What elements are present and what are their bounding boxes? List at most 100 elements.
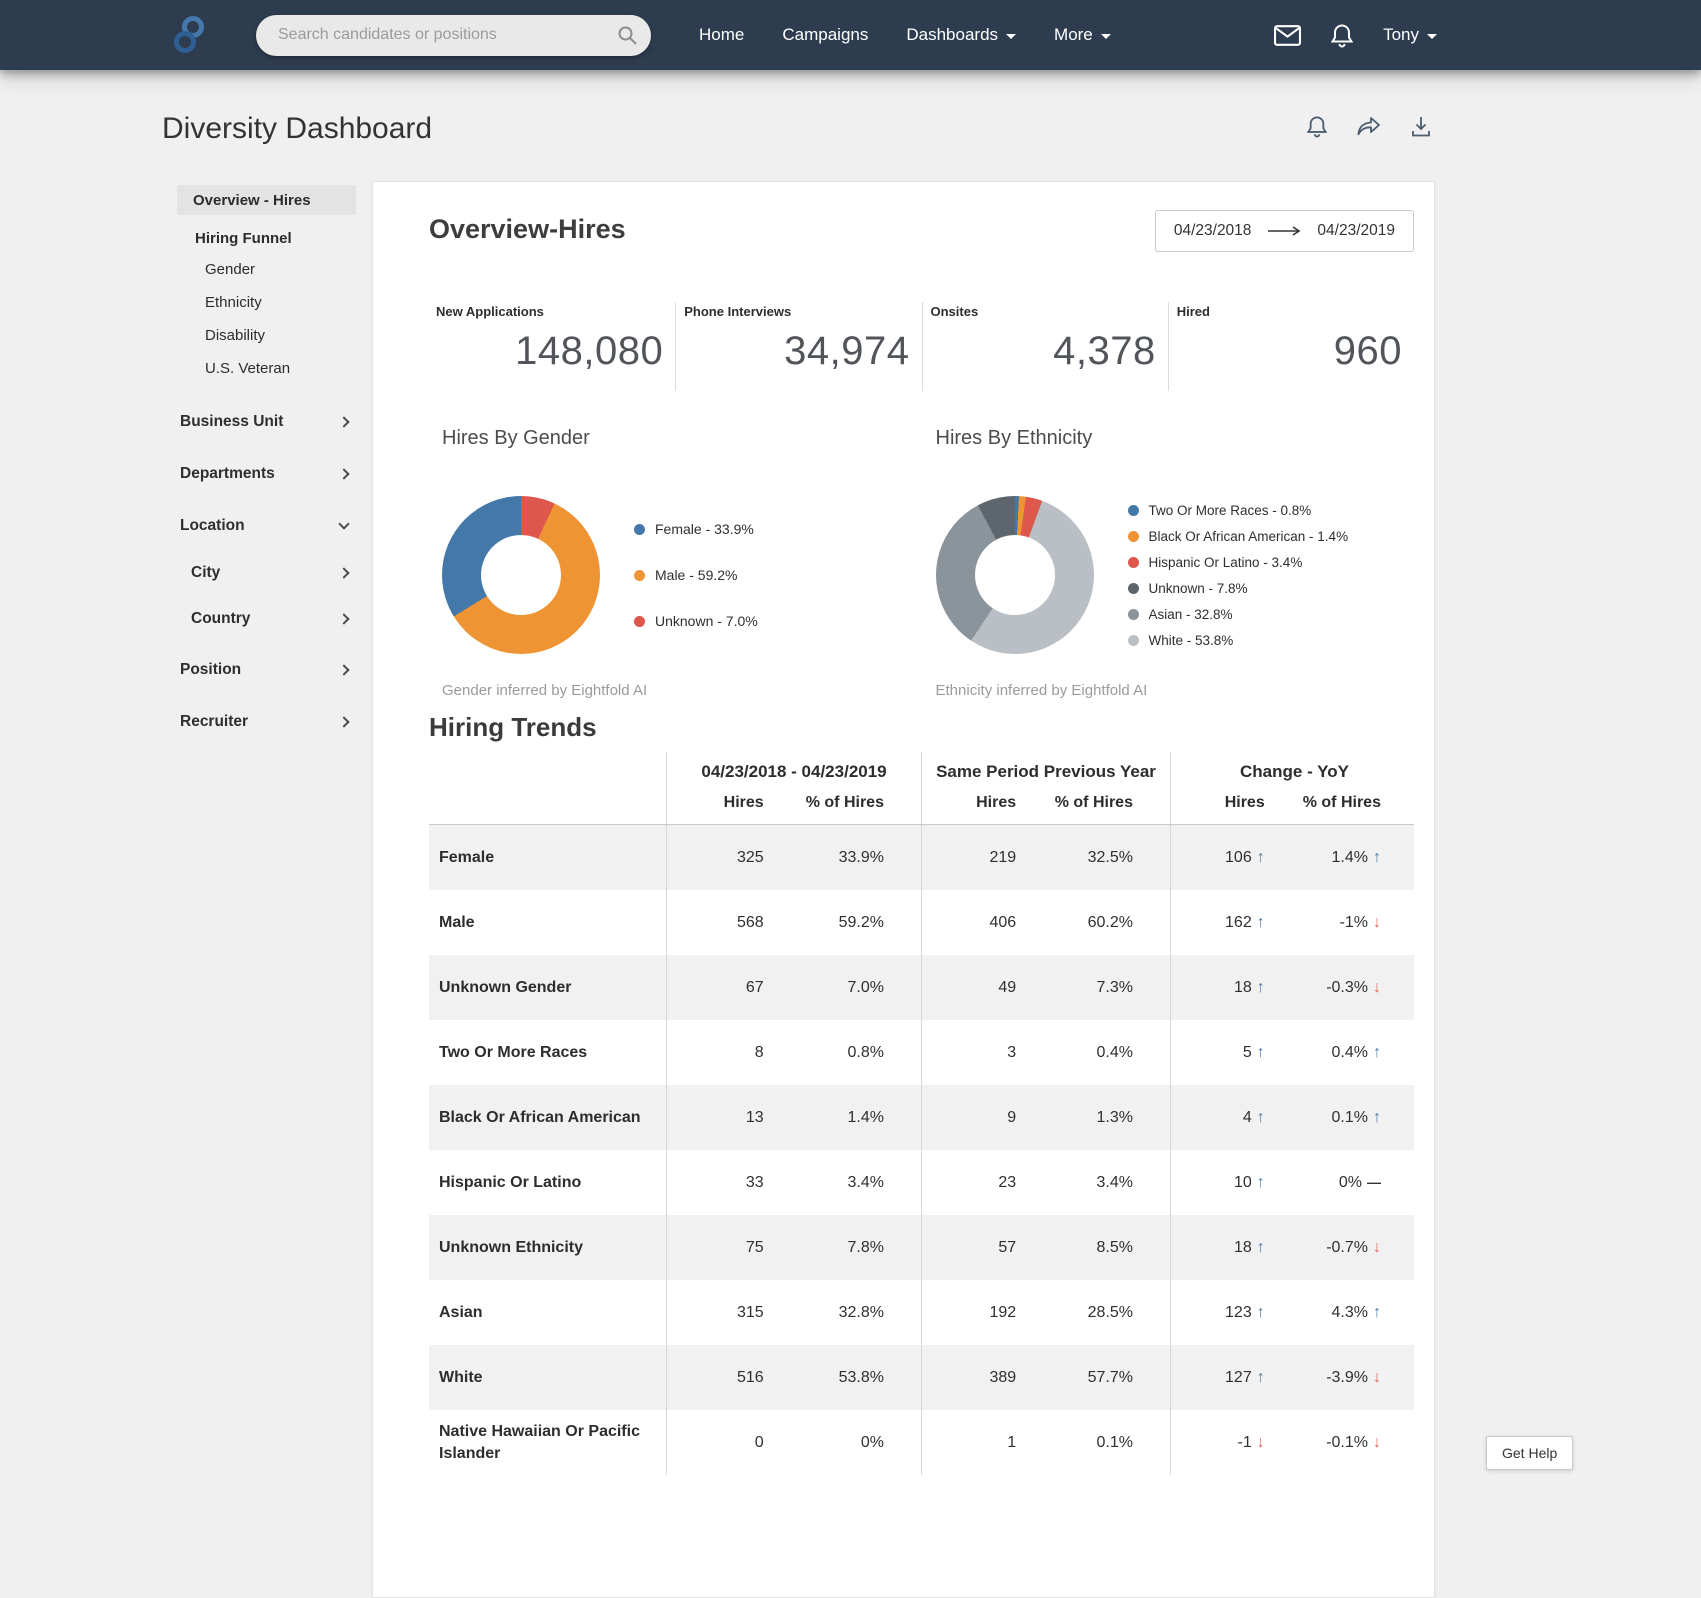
stat-value: 34,974 <box>784 329 910 373</box>
legend-label: White - 53.8% <box>1148 632 1234 648</box>
gender-legend: Female - 33.9% Male - 59.2% Unknown - 7.… <box>634 521 758 629</box>
column-group-previous-year: Same Period Previous Year Hires % of Hir… <box>921 752 1170 824</box>
trend-arrow-icon <box>1373 1109 1381 1127</box>
download-button[interactable] <box>1411 116 1431 138</box>
table-row: White 516 53.8% 389 57.7% 127↑ -3.9%↓ <box>429 1345 1414 1410</box>
legend-item: Hispanic Or Latino - 3.4% <box>1127 554 1349 570</box>
cell-change-hires: 106 <box>1171 849 1275 867</box>
nav-item-home[interactable]: Home <box>699 25 744 45</box>
nav-item-more[interactable]: More <box>1054 25 1111 45</box>
get-help-button[interactable]: Get Help <box>1486 1436 1574 1470</box>
eightfold-logo[interactable] <box>168 15 210 55</box>
nav-right-cluster: Tony <box>1274 23 1437 48</box>
sidebar-section-city[interactable]: City <box>177 559 356 587</box>
sidebar-section-departments[interactable]: Departments <box>177 459 356 489</box>
column-group-title: Change - YoY <box>1240 762 1349 781</box>
change-value: 106 <box>1225 848 1252 866</box>
notifications-button[interactable] <box>1331 23 1354 48</box>
messages-button[interactable] <box>1274 24 1302 46</box>
nav-item-dashboards-label: Dashboards <box>906 25 999 44</box>
sidebar-item-hiring-funnel[interactable]: Hiring Funnel <box>177 223 356 253</box>
cell-group-change: -1 -0.1% <box>1170 1410 1418 1475</box>
trend-arrow-icon <box>1373 914 1381 932</box>
nav-item-campaigns[interactable]: Campaigns <box>782 25 868 45</box>
sidebar-section-position[interactable]: Position <box>177 655 356 685</box>
chevron-down-icon <box>1006 33 1017 39</box>
trend-arrow-icon <box>1373 849 1381 867</box>
nav-item-dashboards[interactable]: Dashboards <box>906 25 1017 45</box>
date-range-picker[interactable]: 04/23/2018 04/23/2019 <box>1154 210 1414 252</box>
stat-label: Hired <box>1176 304 1210 319</box>
cell-group-previous: 1 0.1% <box>921 1410 1170 1475</box>
table-row: Hispanic Or Latino 33 3.4% 23 3.4% 10↑ 0… <box>429 1150 1414 1215</box>
sidebar-section-country[interactable]: Country <box>177 605 356 633</box>
column-group-title: Same Period Previous Year <box>936 762 1156 781</box>
legend-label: Two Or More Races - 0.8% <box>1148 502 1312 518</box>
sidebar-section-label: Business Unit <box>180 413 284 430</box>
row-label: Asian <box>439 1303 483 1321</box>
cell-group-current: 568 59.2% <box>666 890 921 955</box>
change-value: -1 <box>1237 1433 1252 1451</box>
legend-item: Black Or African American - 1.4% <box>1127 529 1348 544</box>
date-to: 04/23/2019 <box>1317 222 1395 239</box>
cell-prev-pct-of-hires: 0.1% <box>1096 1433 1133 1451</box>
row-label: Unknown Gender <box>439 978 572 996</box>
trend-arrow-icon <box>1373 979 1381 997</box>
legend-color-dot <box>1127 504 1139 516</box>
cell-prev-hires: 389 <box>989 1368 1017 1386</box>
search-icon[interactable] <box>617 25 637 45</box>
column-group-change-yoy: Change - YoY Hires % of Hires <box>1170 752 1418 824</box>
legend-item: Unknown - 7.8% <box>1127 581 1349 596</box>
cell-prev-pct-of-hires: 32.5% <box>1087 848 1133 866</box>
cell-hires: 516 <box>736 1368 764 1386</box>
sidebar-section-business-unit[interactable]: Business Unit <box>177 407 356 437</box>
cell-group-change: 162 -1% <box>1170 890 1418 955</box>
sidebar-item-disability[interactable]: Disability <box>177 319 356 352</box>
user-menu[interactable]: Tony <box>1383 25 1437 45</box>
trend-arrow-icon <box>1257 914 1265 932</box>
legend-item: Two Or More Races - 0.8% <box>1127 502 1349 518</box>
user-name: Tony <box>1383 25 1419 44</box>
stat-value: 148,080 <box>515 329 664 373</box>
cell-change-pct: 0.4% <box>1275 1044 1418 1062</box>
sidebar-item-overview-hires[interactable]: Overview - Hires <box>177 185 356 215</box>
cell-prev-hires: 192 <box>989 1303 1017 1321</box>
chart-footnote: Ethnicity inferred by Eightfold AI <box>935 682 1148 699</box>
envelope-icon <box>1274 24 1302 46</box>
legend-color-dot <box>634 569 645 581</box>
cell-change-hires: 123 <box>1171 1304 1275 1322</box>
trend-arrow-icon <box>1257 1109 1265 1127</box>
share-button[interactable] <box>1357 116 1381 137</box>
change-value: 18 <box>1233 978 1252 996</box>
cell-group-current: 315 32.8% <box>666 1280 921 1345</box>
change-value: 4 <box>1242 1108 1252 1126</box>
sidebar-item-gender[interactable]: Gender <box>177 253 356 286</box>
search-input[interactable] <box>278 26 617 44</box>
legend-color-dot <box>634 523 645 535</box>
sidebar-section-label: City <box>191 564 221 581</box>
cell-pct-of-hires: 32.8% <box>838 1303 884 1321</box>
page-title: Diversity Dashboard <box>162 112 433 145</box>
ethnicity-legend: Two Or More Races - 0.8% Black Or Africa… <box>1127 502 1349 648</box>
sidebar-item-us-veteran[interactable]: U.S. Veteran <box>177 352 356 385</box>
cell-group-change: 4 0.1% <box>1170 1085 1418 1150</box>
sidebar-section-location[interactable]: Location <box>177 511 356 541</box>
legend-label: Hispanic Or Latino - 3.4% <box>1148 554 1303 570</box>
table-row: Male 568 59.2% 406 60.2% 162 - <box>429 890 1414 955</box>
subscribe-bell-button[interactable] <box>1307 115 1327 138</box>
overview-hires-panel: Overview-Hires 04/23/2018 04/23/2019 New… <box>372 181 1435 1598</box>
change-value: -0.1% <box>1326 1433 1368 1451</box>
chevron-right-icon <box>338 567 350 579</box>
sidebar-section-recruiter[interactable]: Recruiter <box>177 707 356 737</box>
column-header-hires: Hires <box>723 794 764 811</box>
trend-arrow-icon <box>1257 1369 1265 1387</box>
sidebar-item-ethnicity[interactable]: Ethnicity <box>177 286 356 319</box>
row-label: Hispanic Or Latino <box>439 1173 582 1191</box>
cell-pct-of-hires: 1.4% <box>847 1108 884 1126</box>
download-icon <box>1412 116 1430 136</box>
legend-label: Female - 33.9% <box>655 521 754 537</box>
nav-item-more-label: More <box>1054 25 1093 44</box>
legend-color-dot <box>1127 582 1139 594</box>
dashboard-actions <box>1307 115 1431 138</box>
sidebar-section-label: Position <box>180 661 242 678</box>
